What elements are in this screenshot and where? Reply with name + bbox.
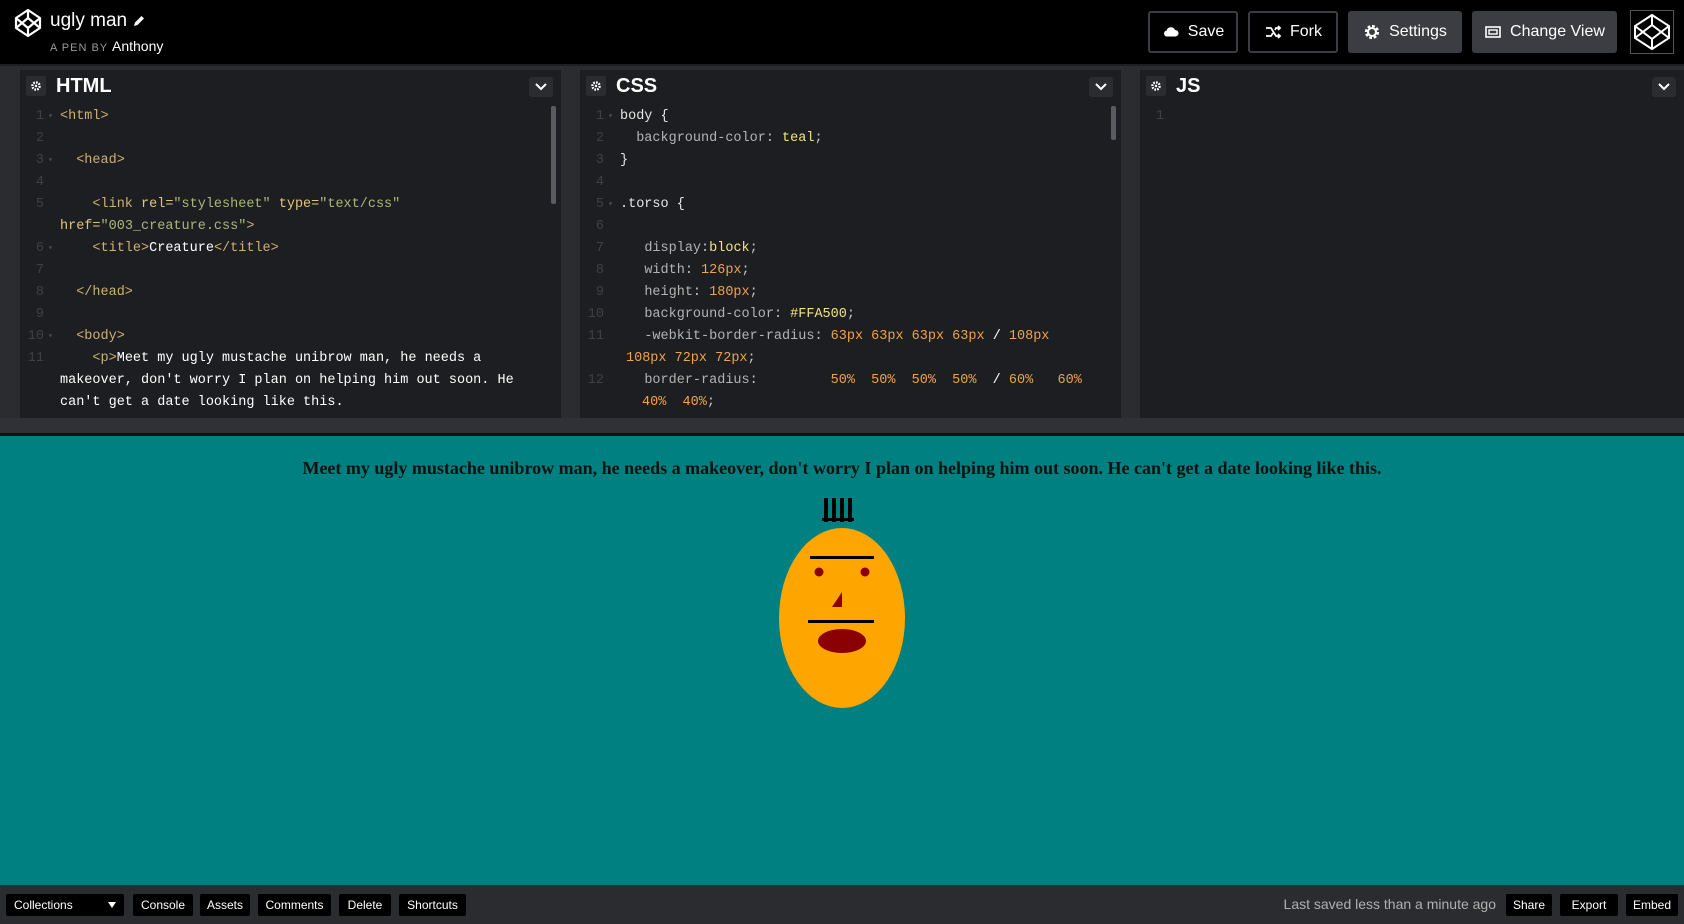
shortcuts-button[interactable]: Shortcuts <box>399 894 466 916</box>
css-editor[interactable]: CSS 1 ▾ body { 2 background-color: teal; 3… <box>580 70 1121 418</box>
author-link[interactable]: Anthony <box>112 38 163 54</box>
header-bar: ugly man A PEN BY Anthony Save Fork Sett… <box>0 0 1684 64</box>
ugly-man-drawing <box>779 498 905 708</box>
preview-paragraph: Meet my ugly mustache unibrow man, he ne… <box>302 458 1382 478</box>
avatar-logo-icon <box>1634 13 1670 51</box>
html-editor-title: HTML <box>56 74 112 97</box>
pen-byline: A PEN BY Anthony <box>50 38 163 54</box>
js-collapse-button[interactable] <box>1652 77 1676 97</box>
resize-divider[interactable] <box>0 418 1684 436</box>
mustache <box>808 620 874 623</box>
js-editor-header: JS <box>1140 70 1684 102</box>
gear-icon <box>31 81 41 91</box>
export-label: Export <box>1571 898 1607 912</box>
change-view-label: Change View <box>1510 23 1605 40</box>
html-code[interactable]: 1 ▾ <html> 2 3 ▾ <head> 4 5 <link rel="styl… <box>20 106 561 414</box>
fork-icon <box>1266 25 1282 39</box>
assets-button[interactable]: Assets <box>200 894 250 916</box>
settings-label: Settings <box>1389 23 1447 40</box>
settings-button[interactable]: Settings <box>1348 11 1462 53</box>
html-editor[interactable]: HTML 1 ▾ <html> 2 3 ▾ <head> 4 5 <link rel=… <box>20 70 561 418</box>
save-label: Save <box>1187 23 1225 40</box>
footer-bar: Collections Console Assets Comments Dele… <box>0 885 1684 924</box>
css-editor-title: CSS <box>616 74 658 97</box>
collections-label: Collections <box>14 898 73 912</box>
fork-label: Fork <box>1290 23 1322 40</box>
right-eye <box>860 567 870 577</box>
pencil-edit-icon[interactable] <box>131 13 147 29</box>
js-settings-button[interactable] <box>1146 76 1166 96</box>
embed-label: Embed <box>1632 898 1672 912</box>
css-editor-header: CSS <box>580 70 1121 102</box>
delete-button[interactable]: Delete <box>339 894 391 916</box>
mouth <box>818 629 866 653</box>
delete-label: Delete <box>347 898 383 912</box>
fork-button[interactable]: Fork <box>1248 11 1338 53</box>
torso-face <box>779 528 905 708</box>
html-scrollbar[interactable] <box>551 106 556 204</box>
gear-icon <box>1364 24 1380 40</box>
hair <box>822 498 854 522</box>
embed-button[interactable]: Embed <box>1626 894 1678 916</box>
save-button[interactable]: Save <box>1148 11 1238 53</box>
chevron-down-icon <box>1658 83 1670 91</box>
shortcuts-label: Shortcuts <box>407 898 458 912</box>
console-button[interactable]: Console <box>133 894 193 916</box>
preview-pane: Meet my ugly mustache unibrow man, he ne… <box>0 436 1684 885</box>
codepen-logo-icon[interactable] <box>14 8 42 38</box>
js-code[interactable]: 1 <box>1140 106 1684 128</box>
share-label: Share <box>1512 898 1546 912</box>
pen-by-prefix: A PEN BY <box>50 42 108 54</box>
left-eye <box>814 567 824 577</box>
assets-label: Assets <box>206 898 243 912</box>
editor-panels: HTML 1 ▾ <html> 2 3 ▾ <head> 4 5 <link rel=… <box>0 66 1684 418</box>
share-button[interactable]: Share <box>1506 894 1552 916</box>
css-code[interactable]: 1 ▾ body { 2 background-color: teal; 3} 4 … <box>580 106 1121 414</box>
chevron-down-icon <box>535 83 547 91</box>
js-editor-title: JS <box>1176 74 1201 97</box>
collections-dropdown[interactable]: Collections <box>6 894 124 916</box>
css-settings-button[interactable] <box>586 76 606 96</box>
comments-label: Comments <box>265 898 324 912</box>
layout-icon <box>1485 26 1501 38</box>
last-saved-status: Last saved less than a minute ago <box>1283 896 1496 912</box>
caret-down-icon <box>108 902 116 908</box>
chevron-down-icon <box>1095 83 1107 91</box>
gear-icon <box>1151 81 1161 91</box>
unibrow <box>810 556 874 559</box>
css-collapse-button[interactable] <box>1089 77 1113 97</box>
html-collapse-button[interactable] <box>529 77 553 97</box>
cloud-icon <box>1163 27 1179 37</box>
pen-title[interactable]: ugly man <box>50 10 127 32</box>
console-label: Console <box>140 898 186 912</box>
comments-button[interactable]: Comments <box>258 894 331 916</box>
js-editor[interactable]: JS 1 <box>1140 70 1684 418</box>
export-button[interactable]: Export <box>1560 894 1618 916</box>
html-settings-button[interactable] <box>26 76 46 96</box>
gear-icon <box>591 81 601 91</box>
user-avatar[interactable] <box>1630 10 1674 54</box>
html-editor-header: HTML <box>20 70 561 102</box>
change-view-button[interactable]: Change View <box>1472 11 1617 53</box>
css-scrollbar[interactable] <box>1111 106 1116 140</box>
